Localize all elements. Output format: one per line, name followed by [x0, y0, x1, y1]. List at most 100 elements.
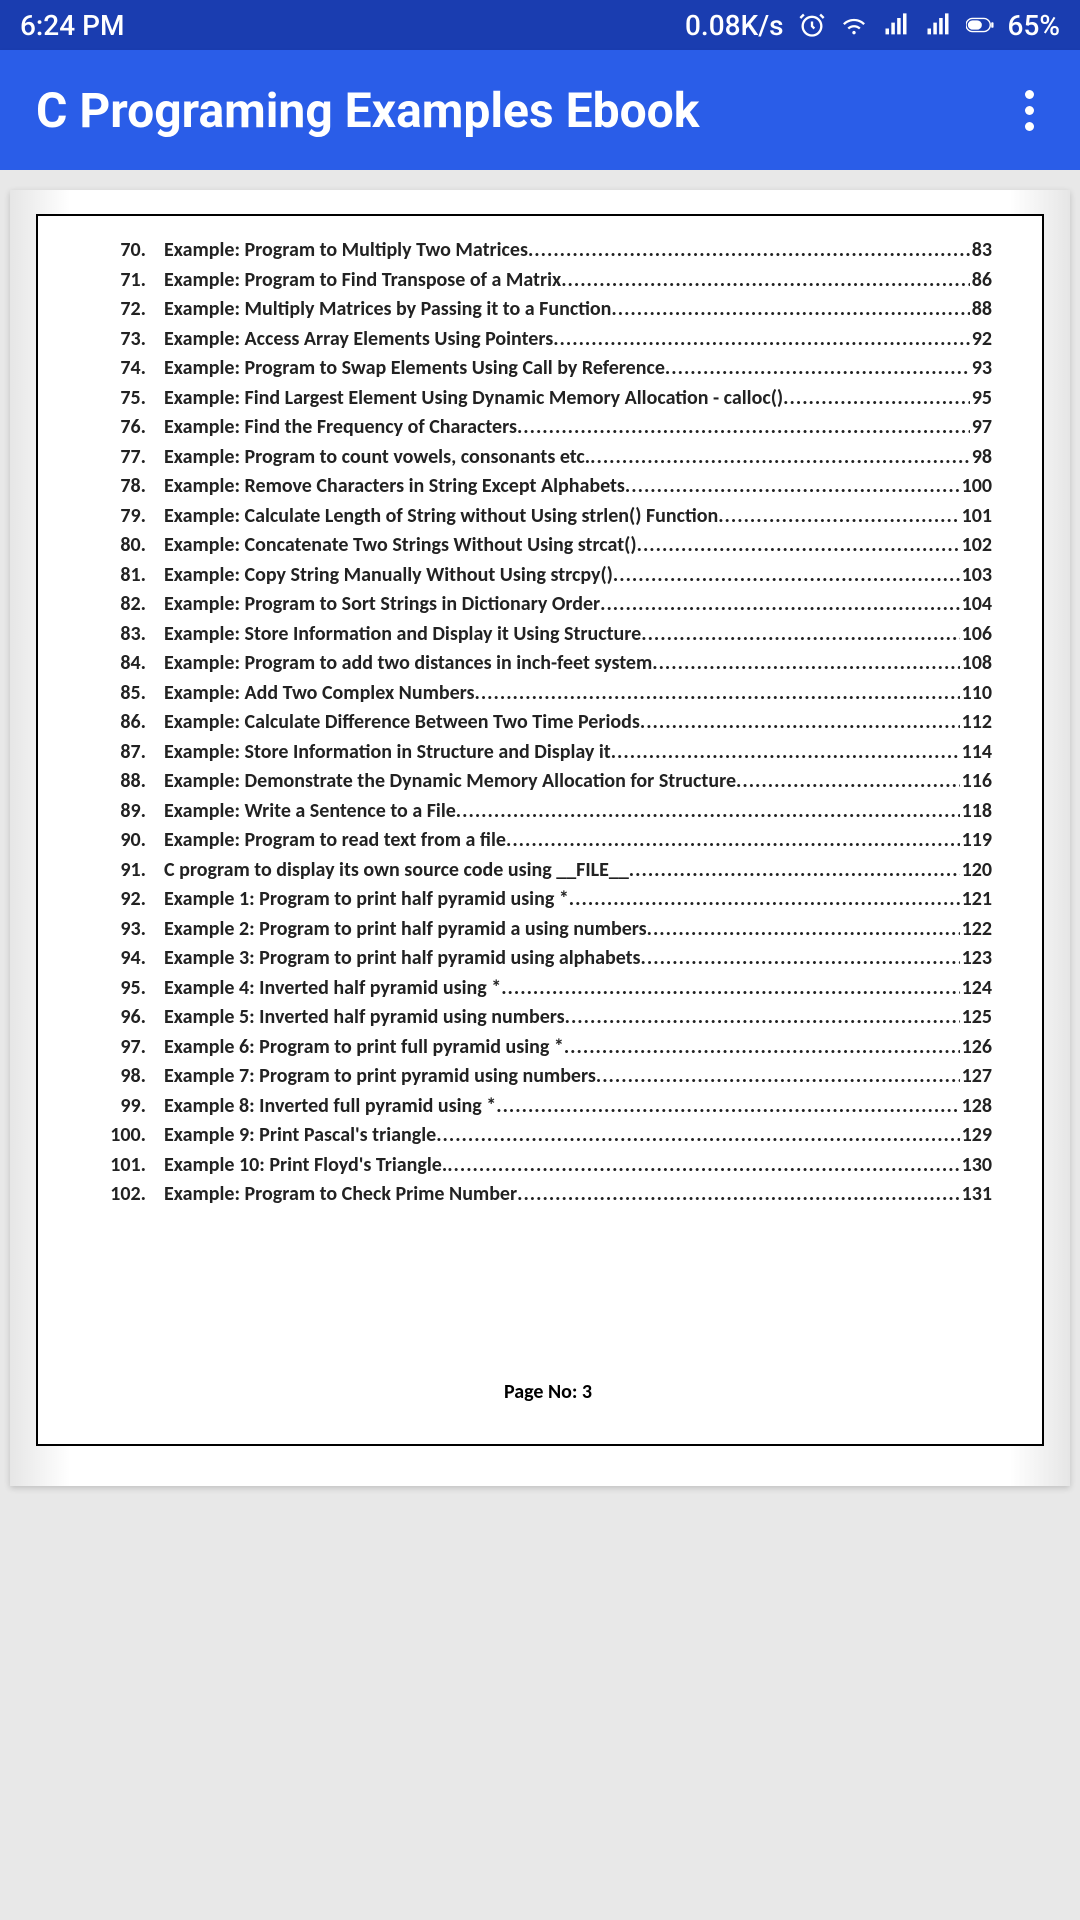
toc-row[interactable]: 83.Example: Store Information and Displa… — [104, 620, 992, 650]
toc-row[interactable]: 93.Example 2: Program to print half pyra… — [104, 915, 992, 945]
toc-leader-dots — [640, 708, 960, 738]
toc-page: 121 — [960, 885, 992, 915]
toc-title: Example: Add Two Complex Numbers — [164, 679, 475, 709]
toc-row[interactable]: 101.Example 10: Print Floyd's Triangle.1… — [104, 1151, 992, 1181]
toc-leader-dots — [565, 1003, 960, 1033]
toc-title: Example: Find Largest Element Using Dyna… — [164, 384, 783, 414]
toc-number: 84. — [104, 649, 164, 679]
overflow-menu-button[interactable] — [1015, 80, 1044, 141]
toc-page: 86 — [970, 266, 992, 296]
toc-page: 129 — [960, 1121, 992, 1151]
toc-title: Example: Store Information in Structure … — [164, 738, 611, 768]
content-frame: 70.Example: Program to Multiply Two Matr… — [36, 214, 1044, 1446]
toc-row[interactable]: 71.Example: Program to Find Transpose of… — [104, 266, 992, 296]
toc-page: 103 — [960, 561, 992, 591]
signal-icon — [882, 11, 910, 39]
toc-row[interactable]: 72.Example: Multiply Matrices by Passing… — [104, 295, 992, 325]
toc-row[interactable]: 76.Example: Find the Frequency of Charac… — [104, 413, 992, 443]
toc-page: 124 — [960, 974, 992, 1004]
toc-row[interactable]: 74.Example: Program to Swap Elements Usi… — [104, 354, 992, 384]
toc-title: Example 5: Inverted half pyramid using n… — [164, 1003, 565, 1033]
toc-row[interactable]: 81.Example: Copy String Manually Without… — [104, 561, 992, 591]
toc-title: Example: Store Information and Display i… — [164, 620, 641, 650]
toc-leader-dots — [641, 620, 959, 650]
toc-leader-dots — [447, 1151, 959, 1181]
toc-page: 125 — [960, 1003, 992, 1033]
toc-page: 130 — [960, 1151, 992, 1181]
toc-row[interactable]: 85.Example: Add Two Complex Numbers 110 — [104, 679, 992, 709]
toc-row[interactable]: 98.Example 7: Program to print pyramid u… — [104, 1062, 992, 1092]
status-bar: 6:24 PM 0.08K/s 65% — [0, 0, 1080, 50]
toc-number: 89. — [104, 797, 164, 827]
toc-number: 100. — [104, 1121, 164, 1151]
toc-row[interactable]: 73.Example: Access Array Elements Using … — [104, 325, 992, 355]
toc-list: 70.Example: Program to Multiply Two Matr… — [104, 236, 992, 1210]
toc-row[interactable]: 70.Example: Program to Multiply Two Matr… — [104, 236, 992, 266]
wifi-icon — [840, 11, 868, 39]
toc-number: 74. — [104, 354, 164, 384]
toc-leader-dots — [665, 354, 970, 384]
toc-leader-dots — [611, 295, 969, 325]
toc-row[interactable]: 96.Example 5: Inverted half pyramid usin… — [104, 1003, 992, 1033]
toc-leader-dots — [596, 1062, 960, 1092]
toc-number: 70. — [104, 236, 164, 266]
toc-row[interactable]: 95.Example 4: Inverted half pyramid usin… — [104, 974, 992, 1004]
toc-row[interactable]: 97.Example 6: Program to print full pyra… — [104, 1033, 992, 1063]
toc-number: 87. — [104, 738, 164, 768]
toc-title: Example 10: Print Floyd's Triangle. — [164, 1151, 447, 1181]
toc-leader-dots — [496, 1092, 959, 1122]
toc-page: 108 — [960, 649, 992, 679]
document-page: 70.Example: Program to Multiply Two Matr… — [10, 190, 1070, 1486]
toc-leader-dots — [553, 325, 970, 355]
toc-number: 97. — [104, 1033, 164, 1063]
toc-row[interactable]: 88.Example: Demonstrate the Dynamic Memo… — [104, 767, 992, 797]
toc-row[interactable]: 79.Example: Calculate Length of String w… — [104, 502, 992, 532]
toc-row[interactable]: 78.Example: Remove Characters in String … — [104, 472, 992, 502]
toc-row[interactable]: 86.Example: Calculate Difference Between… — [104, 708, 992, 738]
toc-row[interactable]: 80.Example: Concatenate Two Strings With… — [104, 531, 992, 561]
toc-row[interactable]: 91.C program to display its own source c… — [104, 856, 992, 886]
toc-title: Example: Find the Frequency of Character… — [164, 413, 517, 443]
toc-leader-dots — [652, 649, 959, 679]
toc-number: 71. — [104, 266, 164, 296]
toc-row[interactable]: 92.Example 1: Program to print half pyra… — [104, 885, 992, 915]
toc-page: 106 — [960, 620, 992, 650]
toc-title: Example: Calculate Length of String with… — [164, 502, 718, 532]
toc-title: Example: Concatenate Two Strings Without… — [164, 531, 637, 561]
toc-row[interactable]: 87.Example: Store Information in Structu… — [104, 738, 992, 768]
toc-title: Example 8: Inverted full pyramid using * — [164, 1092, 496, 1122]
toc-page: 83 — [970, 236, 992, 266]
document-viewer[interactable]: 70.Example: Program to Multiply Two Matr… — [0, 170, 1080, 1486]
toc-number: 83. — [104, 620, 164, 650]
toc-title: Example: Program to read text from a fil… — [164, 826, 506, 856]
toc-number: 99. — [104, 1092, 164, 1122]
toc-page: 110 — [960, 679, 992, 709]
toc-row[interactable]: 94.Example 3: Program to print half pyra… — [104, 944, 992, 974]
toc-page: 102 — [960, 531, 992, 561]
toc-page: 93 — [970, 354, 992, 384]
toc-page: 114 — [960, 738, 992, 768]
toc-page: 126 — [960, 1033, 992, 1063]
toc-row[interactable]: 100.Example 9: Print Pascal's triangle 1… — [104, 1121, 992, 1151]
toc-row[interactable]: 84.Example: Program to add two distances… — [104, 649, 992, 679]
toc-row[interactable]: 90.Example: Program to read text from a … — [104, 826, 992, 856]
toc-page: 97 — [970, 413, 992, 443]
toc-title: Example: Program to Multiply Two Matrice… — [164, 236, 528, 266]
toc-number: 95. — [104, 974, 164, 1004]
toc-row[interactable]: 102.Example: Program to Check Prime Numb… — [104, 1180, 992, 1210]
toc-leader-dots — [517, 413, 970, 443]
toc-number: 80. — [104, 531, 164, 561]
toc-leader-dots — [641, 944, 960, 974]
toc-row[interactable]: 77.Example: Program to count vowels, con… — [104, 443, 992, 473]
toc-leader-dots — [569, 885, 960, 915]
toc-page: 104 — [960, 590, 992, 620]
toc-row[interactable]: 89.Example: Write a Sentence to a File11… — [104, 797, 992, 827]
toc-title: Example: Program to count vowels, conson… — [164, 443, 590, 473]
toc-row[interactable]: 99.Example 8: Inverted full pyramid usin… — [104, 1092, 992, 1122]
toc-page: 123 — [960, 944, 992, 974]
toc-row[interactable]: 75.Example: Find Largest Element Using D… — [104, 384, 992, 414]
toc-row[interactable]: 82.Example: Program to Sort Strings in D… — [104, 590, 992, 620]
toc-title: Example: Program to Sort Strings in Dict… — [164, 590, 600, 620]
toc-title: Example: Copy String Manually Without Us… — [164, 561, 613, 591]
toc-page: 120 — [960, 856, 992, 886]
